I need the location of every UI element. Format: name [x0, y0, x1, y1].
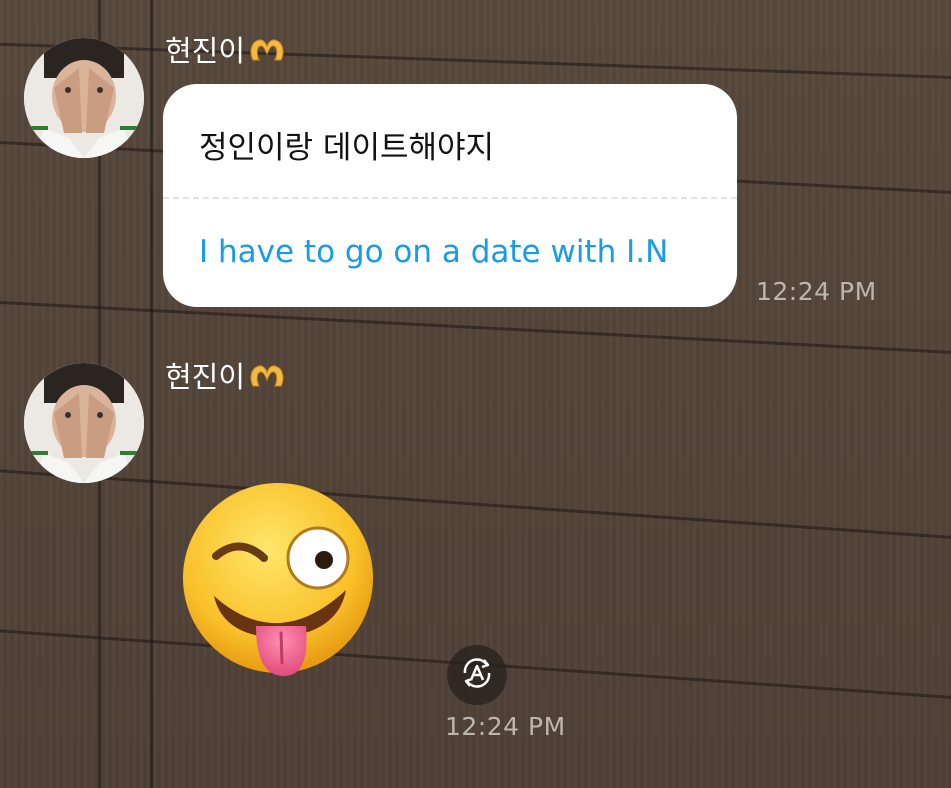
translation-divider	[163, 197, 737, 199]
wood-seam	[150, 0, 153, 788]
original-message-text: 정인이랑 데이트해야지	[199, 130, 495, 166]
sender-name: 현진이	[165, 354, 287, 396]
message-bubble[interactable]: 정인이랑 데이트해야지 I have to go on a date with …	[163, 84, 737, 307]
wood-seam	[0, 42, 951, 84]
auto-translate-button[interactable]	[447, 645, 507, 705]
heart-hands-icon	[247, 360, 287, 390]
wood-seam	[0, 468, 951, 548]
sender-name-text: 현진이	[165, 360, 246, 394]
message-timestamp: 12:24 PM	[445, 712, 566, 741]
translated-message-text: I have to go on a date with I.N	[199, 234, 669, 270]
wood-seam	[0, 300, 951, 361]
sender-name-text: 현진이	[165, 34, 246, 68]
heart-hands-icon	[247, 34, 287, 64]
sender-avatar[interactable]	[24, 363, 144, 483]
sender-name: 현진이	[165, 28, 287, 70]
message-timestamp: 12:24 PM	[756, 277, 877, 306]
auto-translate-icon	[457, 653, 497, 697]
winking-face-with-tongue-sticker[interactable]	[178, 478, 378, 678]
sender-avatar[interactable]	[24, 38, 144, 158]
